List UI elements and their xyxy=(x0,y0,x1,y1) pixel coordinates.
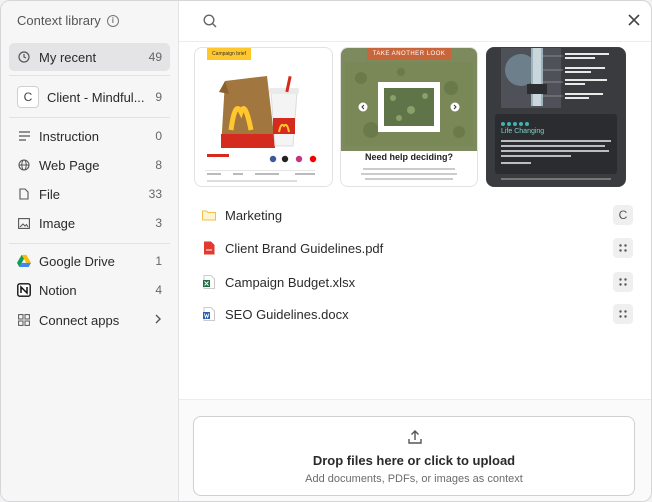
search-icon[interactable] xyxy=(203,14,217,33)
sidebar-item-label: File xyxy=(39,186,60,202)
sidebar-item-label: Google Drive xyxy=(39,253,115,269)
sidebar-item-count: 0 xyxy=(155,129,162,143)
list-item-client-brand-guidelines[interactable]: Client Brand Guidelines.pdf xyxy=(201,236,633,260)
sidebar-item-count: 8 xyxy=(155,158,162,172)
list-item-campaign-budget[interactable]: Campaign Budget.xlsx xyxy=(201,270,633,294)
card-body-text xyxy=(361,168,457,180)
chevron-right-icon xyxy=(154,313,162,327)
close-icon[interactable] xyxy=(627,13,641,32)
sidebar-item-count: 49 xyxy=(148,50,162,64)
sidebar-item-count: 9 xyxy=(155,90,162,104)
file-name: SEO Guidelines.docx xyxy=(225,306,349,322)
file-name: Marketing xyxy=(225,207,283,223)
info-icon[interactable]: i xyxy=(106,14,119,27)
sidebar-item-instruction[interactable]: Instruction 0 xyxy=(9,122,170,150)
sidebar: Context library i My recent 49 C Client … xyxy=(1,1,179,501)
search-bar[interactable] xyxy=(179,1,651,42)
clock-icon xyxy=(17,51,31,63)
notion-icon xyxy=(17,283,31,297)
client-avatar: C xyxy=(17,86,39,108)
divider xyxy=(9,243,170,244)
apps-icon xyxy=(17,314,31,326)
sidebar-item-count: 1 xyxy=(155,254,162,268)
sidebar-item-client[interactable]: C Client - Mindful... 9 xyxy=(9,83,170,111)
file-icon xyxy=(17,188,31,200)
google-drive-icon xyxy=(17,254,31,268)
sidebar-item-google-drive[interactable]: Google Drive 1 xyxy=(9,247,170,275)
sidebar-item-label: Instruction xyxy=(39,128,99,144)
upload-icon xyxy=(407,429,423,450)
card-heading: Need help deciding? xyxy=(364,152,453,162)
thumbnail-card-mcdonalds[interactable]: Campaign brief xyxy=(194,47,333,187)
upload-dropzone[interactable]: Drop files here or click to upload Add d… xyxy=(193,416,635,496)
list-item-marketing[interactable]: Marketing C xyxy=(201,203,633,227)
divider xyxy=(9,75,170,76)
thumbnail-card-dark-product[interactable]: Life Changing xyxy=(486,47,626,187)
sidebar-item-notion[interactable]: Notion 4 xyxy=(9,276,170,304)
product-detail-image xyxy=(487,48,625,186)
sidebar-item-label: Image xyxy=(39,215,76,231)
globe-icon xyxy=(17,159,31,171)
upload-subtitle: Add documents, PDFs, or images as contex… xyxy=(305,473,523,485)
sidebar-item-label: Client - Mindful... xyxy=(47,89,145,105)
file-name: Campaign Budget.xlsx xyxy=(225,274,356,290)
mcdonalds-bag-image xyxy=(205,75,317,182)
pdf-icon xyxy=(201,241,217,255)
sidebar-item-connect-apps[interactable]: Connect apps xyxy=(9,306,170,334)
sidebar-item-my-recent[interactable]: My recent 49 xyxy=(9,43,170,71)
quote-title: Life Changing xyxy=(501,128,545,135)
upload-section: Drop files here or click to upload Add d… xyxy=(179,399,651,501)
sidebar-item-count: 33 xyxy=(148,187,162,201)
product-photo xyxy=(345,62,473,146)
sidebar-item-label: Web Page xyxy=(39,157,100,173)
dice-icon[interactable] xyxy=(613,304,633,324)
sidebar-title: Context library xyxy=(17,13,101,28)
lines-icon xyxy=(17,131,31,141)
list-item-seo-guidelines[interactable]: SEO Guidelines.docx xyxy=(201,302,633,326)
sidebar-item-label: Notion xyxy=(39,282,77,298)
file-name: Client Brand Guidelines.pdf xyxy=(225,240,384,256)
dice-icon[interactable] xyxy=(613,238,633,258)
source-badge[interactable]: C xyxy=(613,205,633,225)
dice-icon[interactable] xyxy=(613,272,633,292)
sidebar-header: Context library i xyxy=(17,13,119,28)
sidebar-item-image[interactable]: Image 3 xyxy=(9,209,170,237)
sidebar-item-web-page[interactable]: Web Page 8 xyxy=(9,151,170,179)
folder-icon xyxy=(201,209,217,221)
sidebar-item-count: 3 xyxy=(155,216,162,230)
sidebar-item-file[interactable]: File 33 xyxy=(9,180,170,208)
sidebar-item-label: Connect apps xyxy=(39,312,120,328)
divider xyxy=(9,117,170,118)
excel-icon xyxy=(201,275,217,289)
image-icon xyxy=(17,217,31,229)
upload-title: Drop files here or click to upload xyxy=(312,453,516,468)
word-icon xyxy=(201,307,217,321)
context-library-dialog: Context library i My recent 49 C Client … xyxy=(0,0,652,502)
thumbnail-card-take-another-look[interactable]: TAKE ANOTHER LOOK Need help deciding? xyxy=(340,47,478,187)
sidebar-item-count: 4 xyxy=(155,283,162,297)
sidebar-item-label: My recent xyxy=(39,49,97,65)
